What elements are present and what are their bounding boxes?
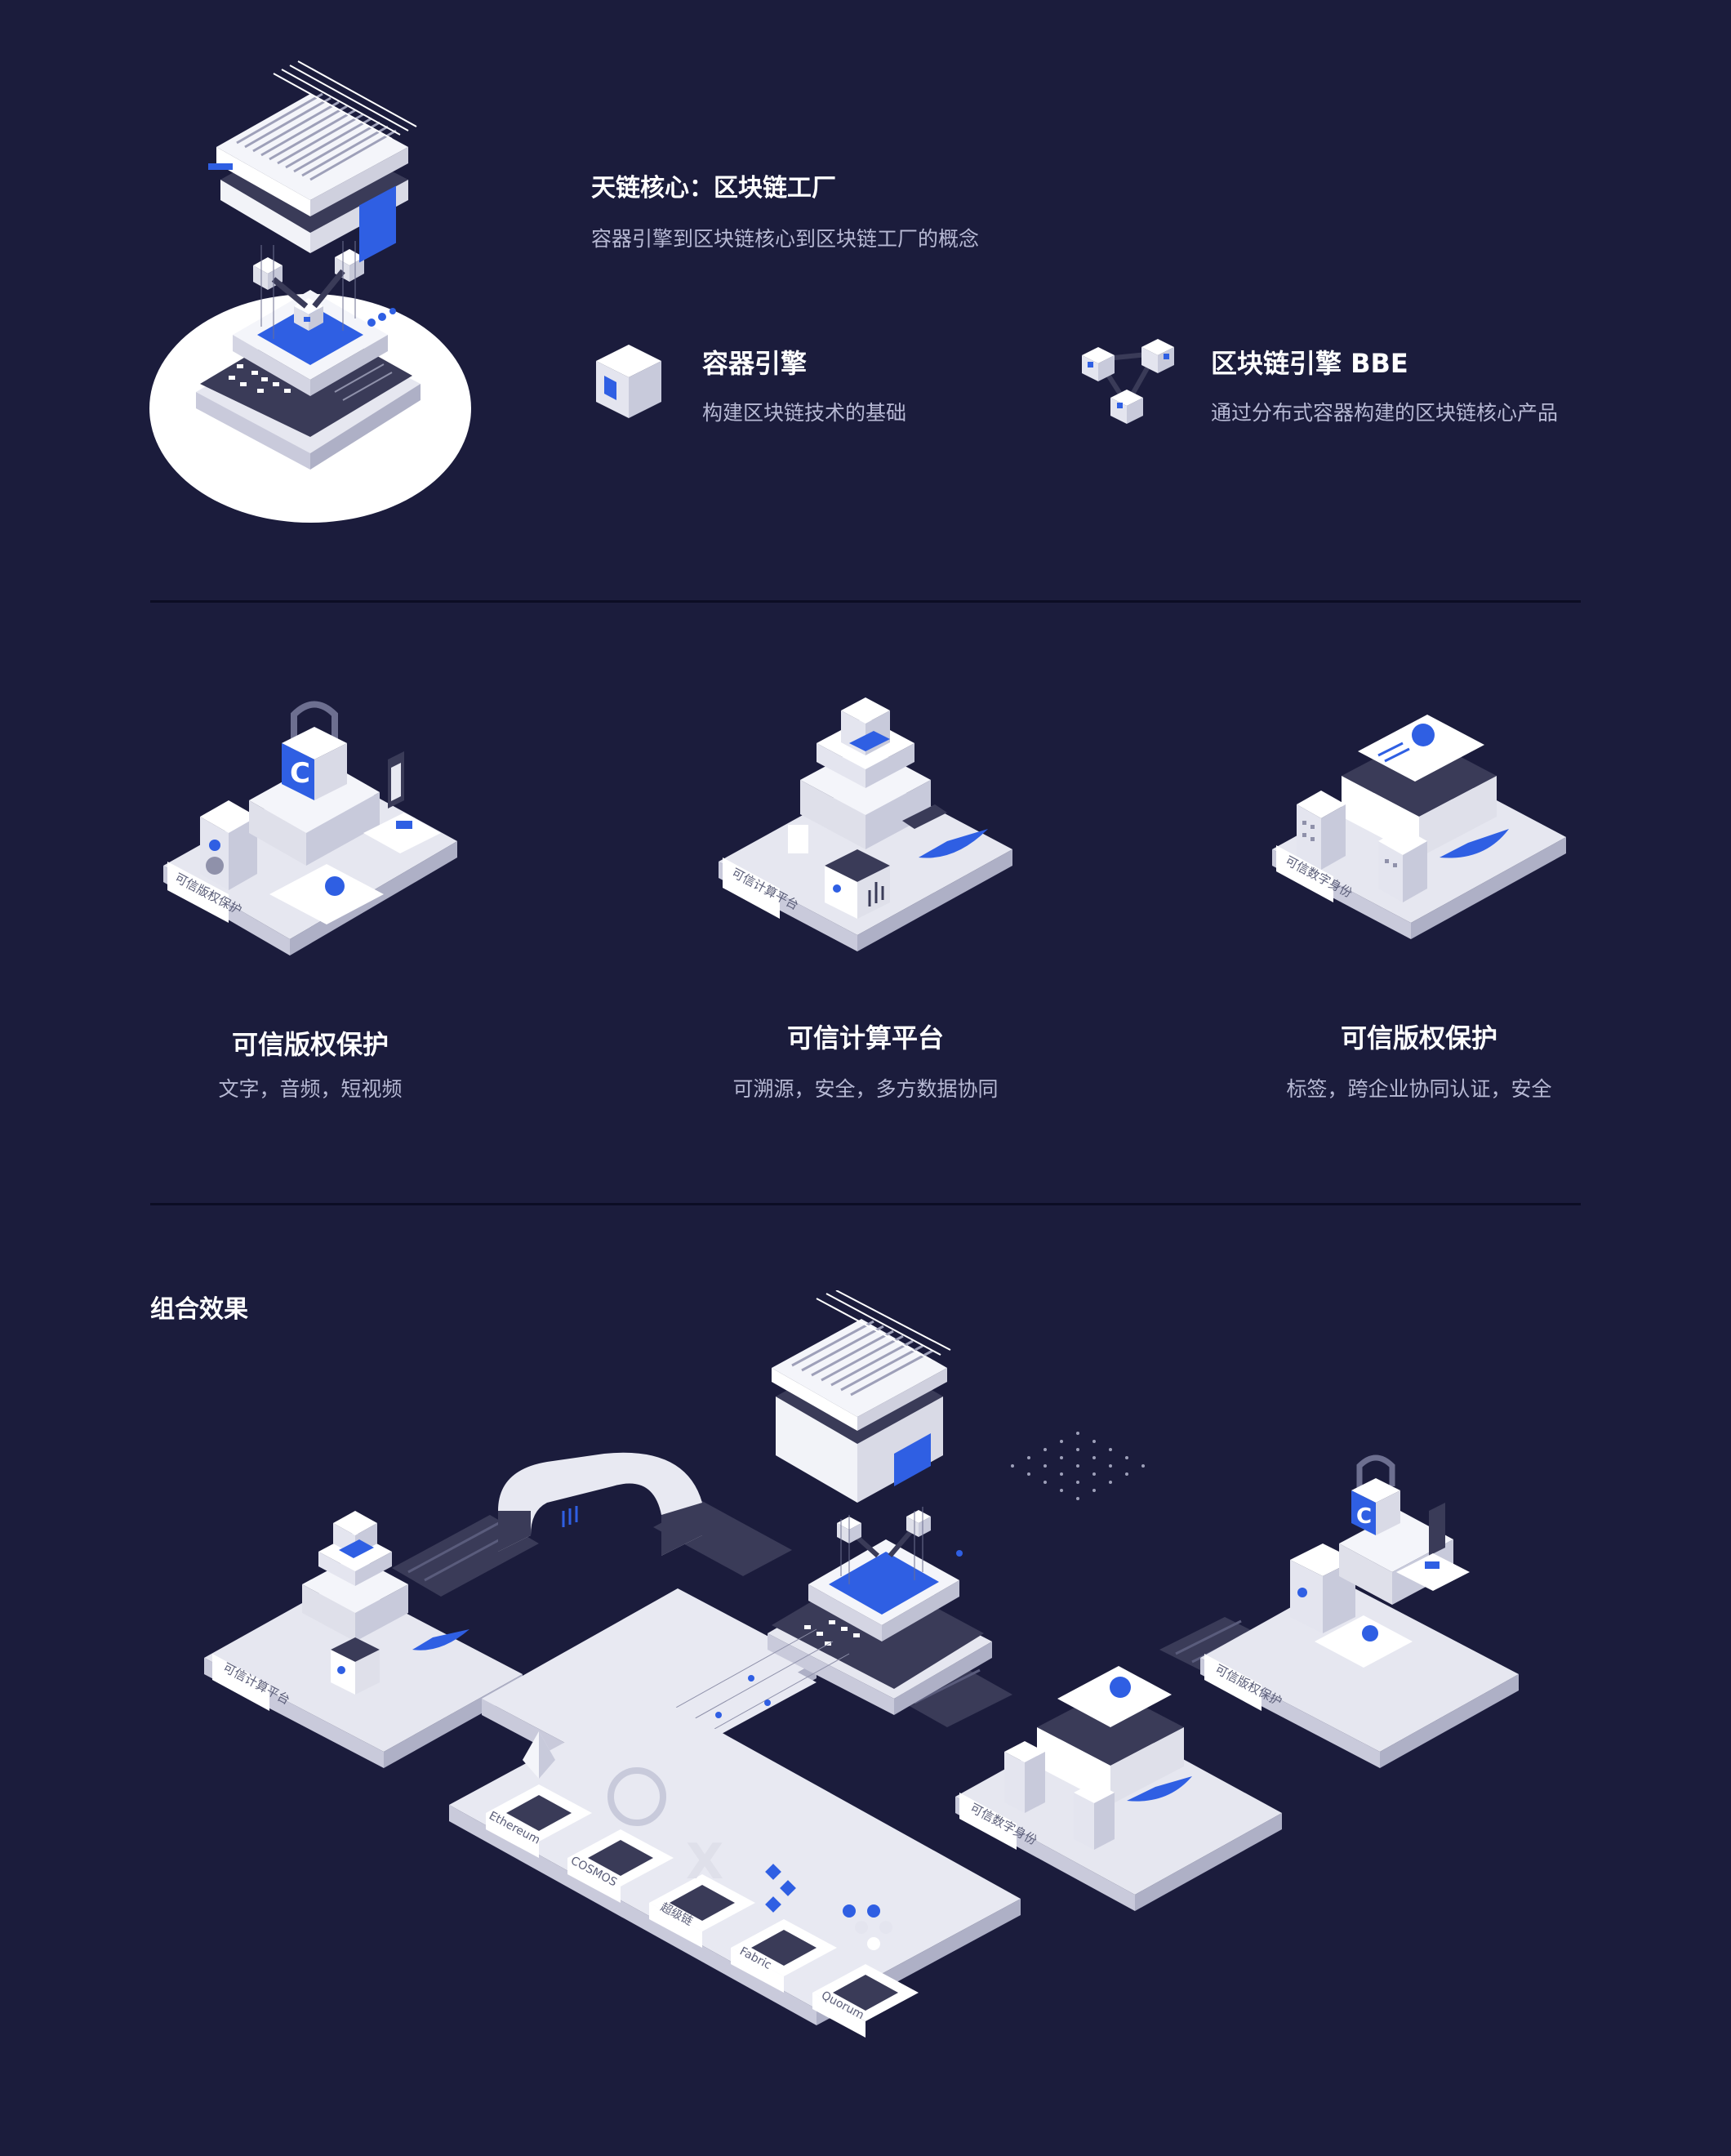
blockchain-factory-illustration <box>149 60 471 523</box>
card-2-desc: 可溯源，安全，多方数据协同 <box>732 1077 999 1101</box>
section-divider-1 <box>150 600 1581 603</box>
card-1-desc: 文字，音频，短视频 <box>218 1077 403 1101</box>
svg-text:C: C <box>290 757 310 790</box>
svg-text:C: C <box>1356 1504 1372 1529</box>
trusted-compute-illustration: 可信计算平台 <box>719 697 1012 951</box>
svg-text:X: X <box>686 1833 723 1891</box>
feature-desc-bbe: 通过分布式容器构建的区块链核心产品 <box>1211 401 1559 425</box>
feature-title-bbe: 区块链引擎 BBE <box>1211 348 1408 379</box>
card-3-desc: 标签，跨企业协同认证，安全 <box>1286 1077 1552 1101</box>
hero-title: 天链核心：区块链工厂 <box>591 174 836 203</box>
digital-identity-illustration: 可信数字身份 <box>1272 715 1566 939</box>
feature-desc-container-engine: 构建区块链技术的基础 <box>702 401 907 425</box>
combined-effect-illustration: 可信计算平台 Ethereum COSMOS X 超级链 Fabric Quor… <box>204 1290 1519 2038</box>
feature-title-container-engine: 容器引擎 <box>702 348 808 379</box>
hero-subtitle: 容器引擎到区块链核心到区块链工厂的概念 <box>591 227 980 251</box>
molecule-icon <box>1082 339 1174 424</box>
card-1-title: 可信版权保护 <box>231 1029 389 1060</box>
cube-icon <box>596 345 661 418</box>
section-divider-2 <box>150 1203 1581 1205</box>
card-2-title: 可信计算平台 <box>786 1022 944 1054</box>
copyright-protection-illustration: 可信版权保护 C <box>163 701 457 956</box>
card-3-title: 可信版权保护 <box>1340 1022 1497 1054</box>
